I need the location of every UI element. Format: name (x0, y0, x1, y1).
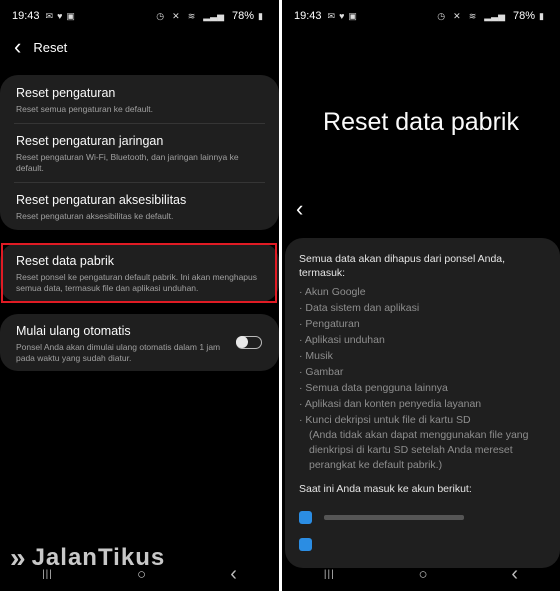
highlight-box (1, 243, 277, 303)
signal-icon: ▂▃▅ (203, 10, 225, 21)
alarm-icon: ◷ (156, 10, 165, 21)
item-description: Reset semua pengaturan ke default. (16, 104, 154, 114)
back-arrow-icon[interactable]: ‹ (296, 198, 303, 220)
alarm-icon: ◷ (437, 10, 446, 21)
list-item: · Kunci dekripsi untuk file di kartu SD (299, 414, 471, 426)
wifi-icon: ≋ (468, 10, 477, 21)
list-item: · Akun Google (299, 286, 366, 298)
account-row (299, 538, 544, 551)
page-title: Reset (33, 39, 68, 55)
battery-level: 78% (513, 10, 536, 22)
battery-icon: ▮ (258, 10, 263, 21)
battery-icon: ▮ (539, 10, 544, 21)
sd-note: (Anda tidak akan dapat menggunakan file … (309, 429, 529, 471)
heart-icon: ♥ (339, 11, 345, 21)
status-time: 19:43 (12, 10, 40, 22)
list-item: · Semua data pengguna lainnya (299, 382, 448, 394)
status-bar: 19:43 ✉ ♥ ▣ ◷ ✕ ≋ ▂▃▅ 78% ▮ (0, 0, 279, 32)
image-icon: ▣ (348, 10, 357, 21)
page-title: Reset data pabrik (323, 108, 519, 136)
list-item: · Aplikasi dan konten penyedia layanan (299, 398, 482, 410)
message-icon: ✉ (45, 10, 54, 21)
account-app-icon (299, 511, 312, 524)
status-time: 19:43 (294, 10, 322, 22)
left-phone-screen: 19:43 ✉ ♥ ▣ ◷ ✕ ≋ ▂▃▅ 78% ▮ ‹ Reset Rese… (0, 0, 279, 591)
account-row (299, 511, 544, 524)
back-button[interactable]: ‹ (230, 563, 237, 586)
account-email-blurred (324, 515, 464, 520)
heart-icon: ♥ (57, 11, 63, 21)
status-bar: 19:43 ✉ ♥ ▣ ◷ ✕ ≋ ▂▃▅ 78% ▮ (282, 0, 560, 32)
back-button[interactable]: ‹ (511, 563, 518, 586)
item-description: Ponsel Anda akan dimulai ulang otomatis … (16, 342, 221, 363)
mute-icon: ✕ (172, 10, 180, 21)
list-item: · Pengaturan (299, 318, 360, 330)
navigation-bar: ||| ○ ‹ (0, 557, 279, 591)
battery-level: 78% (232, 10, 255, 22)
home-button[interactable]: ○ (419, 566, 428, 583)
signal-icon: ▂▃▅ (484, 10, 506, 21)
reset-network-settings-item[interactable]: Reset pengaturan jaringan Reset pengatur… (0, 124, 279, 182)
reset-options-card: Reset pengaturan Reset semua pengaturan … (0, 75, 279, 230)
recent-apps-button[interactable]: ||| (324, 569, 335, 580)
recent-apps-button[interactable]: ||| (42, 569, 53, 580)
right-phone-screen: 19:43 ✉ ♥ ▣ ◷ ✕ ≋ ▂▃▅ 78% ▮ Reset data p… (282, 0, 560, 591)
message-icon: ✉ (327, 10, 336, 21)
auto-restart-toggle[interactable] (236, 336, 262, 349)
reset-settings-item[interactable]: Reset pengaturan Reset semua pengaturan … (0, 75, 279, 123)
list-item: · Data sistem dan aplikasi (299, 302, 420, 314)
back-arrow-icon[interactable]: ‹ (14, 36, 21, 58)
intro-text: Semua data akan dihapus dari ponsel Anda… (299, 253, 506, 279)
navigation-bar: ||| ○ ‹ (282, 557, 560, 591)
list-item: · Musik (299, 350, 333, 362)
item-title: Mulai ulang otomatis (16, 324, 131, 338)
item-title: Reset pengaturan (16, 86, 116, 100)
header: ‹ Reset (14, 36, 67, 58)
image-icon: ▣ (66, 10, 75, 21)
home-button[interactable]: ○ (137, 566, 146, 583)
wifi-icon: ≋ (187, 10, 196, 21)
toggle-knob (236, 336, 248, 348)
factory-reset-info-card: Semua data akan dihapus dari ponsel Anda… (285, 238, 560, 568)
accounts-heading: Saat ini Anda masuk ke akun berikut: (299, 483, 472, 495)
mute-icon: ✕ (453, 10, 461, 21)
item-description: Reset pengaturan Wi-Fi, Bluetooth, dan j… (16, 152, 239, 173)
data-list: · Akun Google · Data sistem dan aplikasi… (299, 284, 544, 428)
list-item: · Aplikasi unduhan (299, 334, 385, 346)
account-app-icon (299, 538, 312, 551)
reset-accessibility-settings-item[interactable]: Reset pengaturan aksesibilitas Reset pen… (0, 183, 279, 230)
item-title: Reset pengaturan jaringan (16, 134, 164, 148)
item-title: Reset pengaturan aksesibilitas (16, 193, 187, 207)
item-description: Reset pengaturan aksesibilitas ke defaul… (16, 211, 174, 221)
list-item: · Gambar (299, 366, 344, 378)
auto-restart-card[interactable]: Mulai ulang otomatis Ponsel Anda akan di… (0, 314, 279, 371)
